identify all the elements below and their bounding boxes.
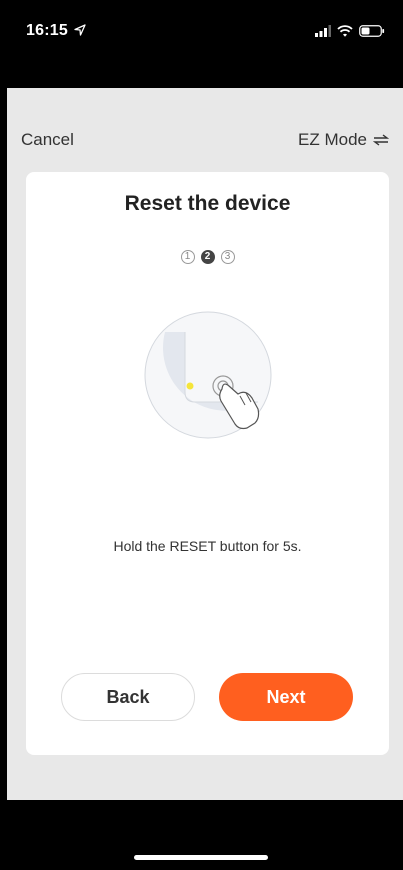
indicator-light [186, 382, 194, 390]
next-button[interactable]: Next [219, 673, 353, 721]
step-1: 1 [180, 250, 195, 264]
back-button[interactable]: Back [61, 673, 195, 721]
reset-device-illustration [144, 311, 272, 439]
switch-arrows-icon [373, 134, 389, 146]
status-icons [315, 25, 385, 37]
cancel-button[interactable]: Cancel [21, 130, 74, 150]
location-arrow-icon [74, 24, 86, 36]
home-indicator[interactable] [134, 855, 268, 860]
ez-mode-button[interactable]: EZ Mode [298, 130, 389, 150]
setup-sheet: Cancel EZ Mode Reset the device 1 2 3 Ho… [7, 88, 403, 800]
wifi-icon [337, 25, 353, 37]
ez-mode-label: EZ Mode [298, 130, 367, 149]
status-bar: 16:15 [0, 0, 403, 88]
step-indicator: 1 2 3 [26, 250, 389, 264]
status-time: 16:15 [26, 22, 68, 39]
instruction-text: Hold the RESET button for 5s. [113, 538, 302, 554]
card-title: Reset the device [124, 192, 291, 215]
signal-icon [315, 25, 331, 37]
reset-card: Reset the device 1 2 3 Hold the RESET bu… [26, 172, 389, 755]
step-3: 3 [220, 250, 235, 264]
step-2: 2 [200, 250, 215, 264]
battery-icon [359, 25, 385, 37]
